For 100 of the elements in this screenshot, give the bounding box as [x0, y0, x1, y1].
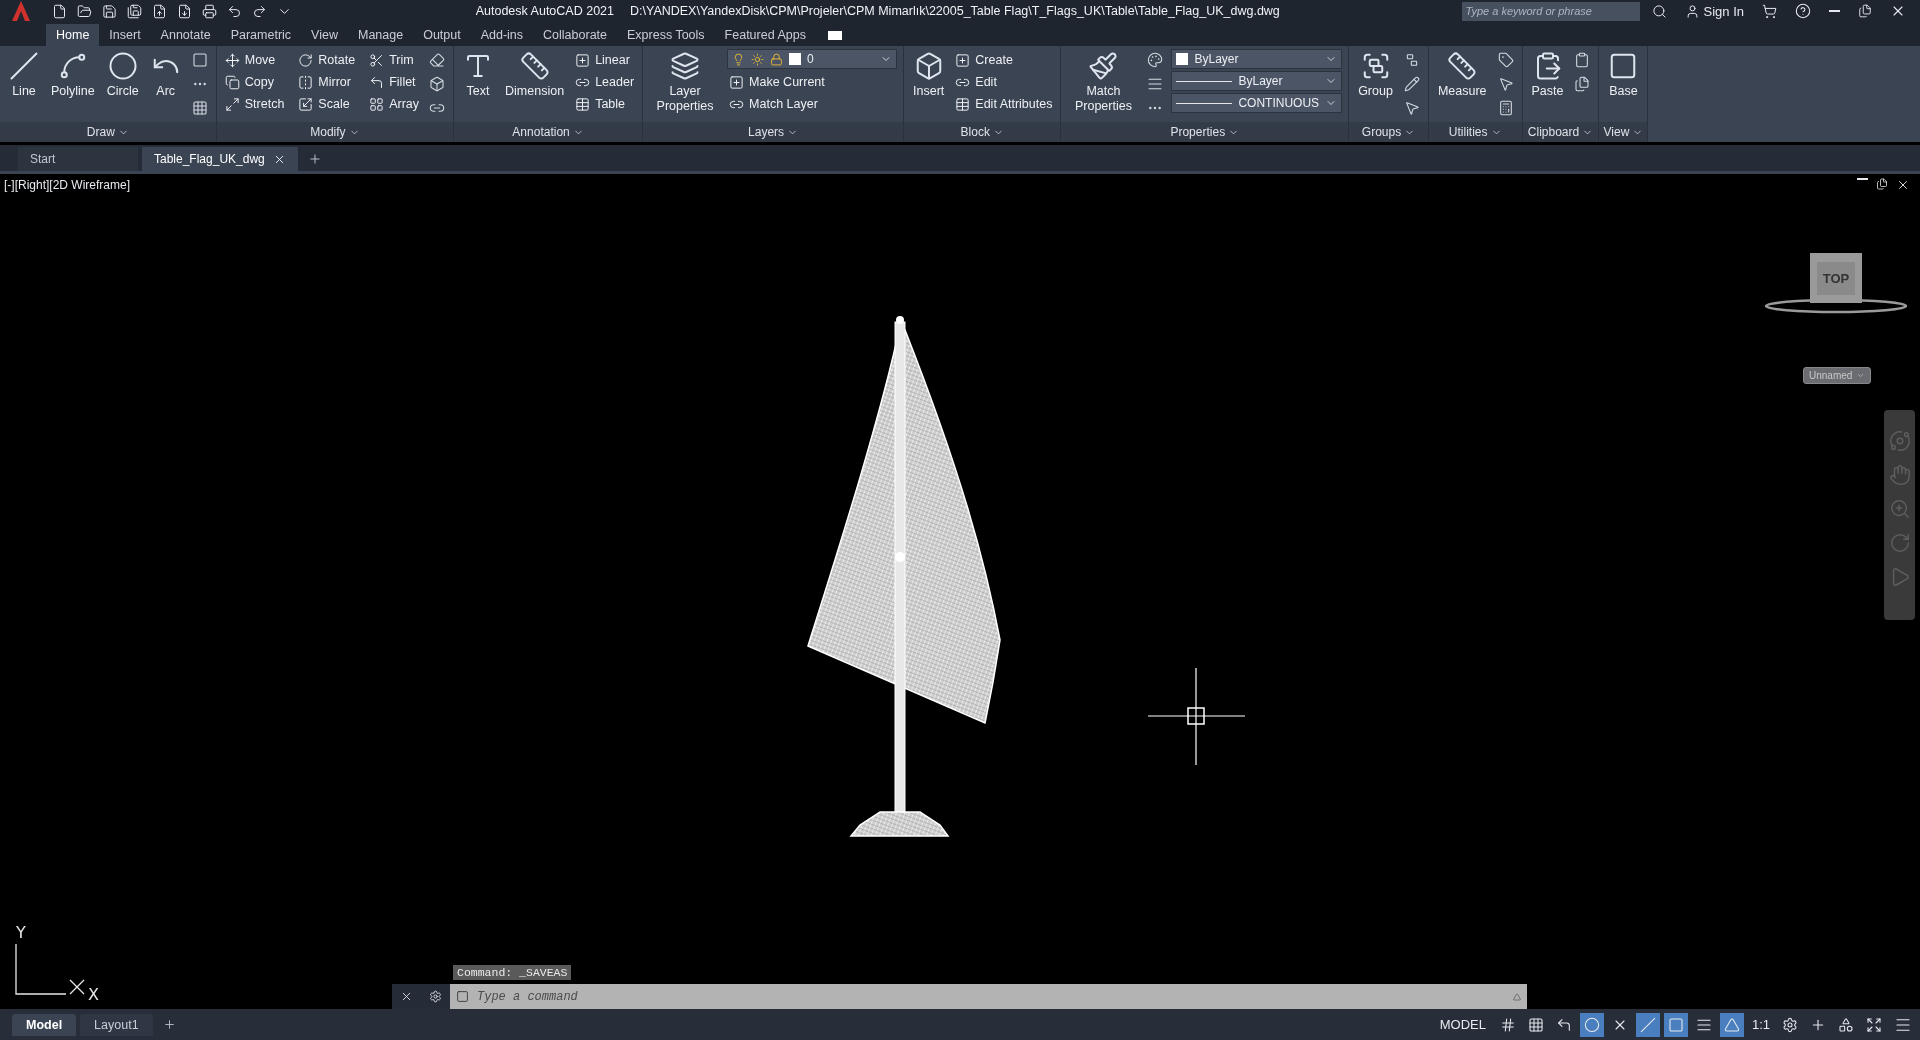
ribbon-tab[interactable]: Express Tools: [617, 24, 715, 46]
caret-icon: [1856, 371, 1866, 380]
panel-title-button[interactable]: Groups: [1349, 122, 1428, 142]
copy-clip-icon: [1574, 76, 1591, 92]
document-tab[interactable]: Start: [18, 147, 138, 171]
ribbon-dropdown[interactable]: CONTINUOUS: [1171, 93, 1343, 113]
ribbon-tool-button[interactable]: Dimension: [502, 49, 568, 101]
line-icon: [9, 51, 39, 81]
annotation-visibility-button[interactable]: [1719, 1012, 1744, 1037]
ribbon-tool-button[interactable]: Match Properties: [1067, 49, 1140, 116]
axis-label: Y: [16, 923, 26, 942]
ribbon-toggle-button[interactable]: [827, 31, 842, 40]
ribbon-tool-button[interactable]: Insert: [910, 49, 948, 101]
restore-button[interactable]: [1874, 178, 1890, 192]
ribbon-tab[interactable]: Insert: [99, 24, 151, 46]
ribbon-tab[interactable]: Output: [413, 24, 471, 46]
copy-icon: [224, 74, 240, 90]
ribbon-tool-button[interactable]: Leader: [573, 71, 637, 93]
ruler-icon: [1447, 51, 1478, 81]
panel-title-button[interactable]: Block: [904, 122, 1061, 142]
ribbon-tool-button[interactable]: Scale: [296, 93, 358, 115]
ribbon-tool-button[interactable]: Arc: [147, 49, 184, 101]
dimension-icon: [519, 51, 550, 81]
match-properties-icon: [1088, 51, 1119, 81]
ribbon-tab[interactable]: Annotate: [150, 24, 221, 46]
panel-title-button[interactable]: Annotation: [454, 122, 643, 142]
ribbon-tool-button[interactable]: Group: [1355, 49, 1396, 101]
ribbon-dropdown[interactable]: ByLayer: [1171, 49, 1343, 69]
panel-title-button[interactable]: Properties: [1061, 122, 1349, 142]
ribbon-tab[interactable]: Collaborate: [533, 24, 617, 46]
ribbon-tool-button[interactable]: Mirror: [296, 71, 358, 93]
circle-icon: [107, 51, 138, 81]
ribbon-tool-button[interactable]: Polyline: [48, 49, 98, 101]
ribbon-tool-button[interactable]: Trim: [367, 49, 422, 71]
panel-title-button[interactable]: Clipboard: [1522, 122, 1599, 142]
lineweight-icon: [1147, 76, 1164, 92]
save-icon: [102, 3, 117, 19]
ribbon-tool-button[interactable]: Circle: [103, 49, 142, 101]
command-history: Command: _SAVEAS: [453, 965, 572, 980]
ribbon-tool-button[interactable]: Array: [367, 93, 422, 115]
ribbon-tool-button[interactable]: Table: [573, 93, 637, 115]
orbit-icon: [1888, 532, 1911, 554]
ribbon-tab[interactable]: Add-ins: [470, 24, 534, 46]
shapes-icon: [1838, 1016, 1854, 1033]
ribbon-tool-button[interactable]: Base: [1605, 49, 1642, 101]
ribbon-tool-button[interactable]: Fillet: [367, 71, 422, 93]
ribbon-tool-button[interactable]: Copy: [222, 71, 287, 93]
polar-button[interactable]: [1579, 1012, 1604, 1037]
table-icon: [575, 96, 591, 112]
object-snap-button[interactable]: [1663, 1012, 1688, 1037]
layout-tab[interactable]: Model: [12, 1013, 77, 1036]
model-space-label[interactable]: MODEL: [1433, 1017, 1492, 1032]
ribbon-tool-button[interactable]: Paste: [1528, 49, 1567, 101]
sign-in-button[interactable]: Sign In: [1678, 3, 1750, 19]
snap-square-icon: [1667, 1016, 1684, 1033]
minimize-icon: [1857, 178, 1868, 180]
zoom-icon: [1888, 498, 1911, 520]
panel-title-button[interactable]: Modify: [216, 122, 454, 142]
print-icon: [202, 3, 217, 19]
ribbon-dropdown[interactable]: ByLayer: [1171, 71, 1343, 91]
ribbon-tool-button[interactable]: Linear: [573, 49, 637, 71]
layout-tab[interactable]: Layout1: [80, 1013, 153, 1036]
user-icon: [1684, 3, 1700, 19]
ribbon-tool-button[interactable]: Create: [953, 49, 1055, 71]
redo-icon: [252, 3, 267, 19]
ribbon-tab[interactable]: Featured Apps: [714, 24, 816, 46]
ribbon-dropdown[interactable]: 0: [727, 49, 898, 69]
panel-title-button[interactable]: Layers: [643, 122, 904, 142]
command-field[interactable]: Type a command: [475, 988, 1507, 1005]
group-edit-icon: [1403, 76, 1420, 92]
crosshair-cursor-icon: [1147, 667, 1246, 766]
search-field[interactable]: Type a keyword or phrase: [1461, 1, 1640, 21]
viewport-label[interactable]: [-][Right][2D Wireframe]: [4, 178, 131, 192]
line-sample-icon: [1176, 102, 1233, 104]
ribbon-tool-button[interactable]: Measure: [1434, 49, 1490, 101]
angle-icon: [1639, 1016, 1656, 1033]
ribbon-tool-button[interactable]: Rotate: [296, 49, 358, 71]
line-sample-icon: [1176, 80, 1233, 82]
ribbon-tool-button[interactable]: Layer Properties: [649, 49, 722, 116]
ribbon-tool-button[interactable]: Line: [6, 49, 42, 101]
ribbon-tab[interactable]: Home: [46, 24, 100, 46]
ribbon-tool-button[interactable]: Match Layer: [727, 93, 898, 115]
panel-title-button[interactable]: Utilities: [1428, 122, 1522, 142]
viewcube[interactable]: TOP: [1810, 253, 1862, 303]
upload-file-icon: [152, 3, 167, 19]
panel-title-button[interactable]: View: [1599, 122, 1648, 142]
ribbon-tool-button[interactable]: Move: [222, 49, 287, 71]
ribbon-tool-button[interactable]: Edit Attributes: [953, 93, 1055, 115]
save-as-icon: [127, 3, 142, 19]
ribbon-tool-button[interactable]: Text: [460, 49, 497, 101]
dynamic-ucs-button[interactable]: [1635, 1012, 1660, 1037]
ribbon-tab[interactable]: Manage: [347, 24, 414, 46]
annotation-scale-button[interactable]: 1:1: [1747, 1012, 1774, 1037]
ribbon-tab[interactable]: View: [301, 24, 348, 46]
ribbon-tool-button[interactable]: Make Current: [727, 71, 898, 93]
ribbon-tab[interactable]: Parametric: [220, 24, 302, 46]
ribbon-tool-button[interactable]: Stretch: [222, 93, 287, 115]
panel-title-button[interactable]: Draw: [0, 122, 216, 142]
document-tab[interactable]: Table_Flag_UK_dwg: [142, 147, 298, 171]
ribbon-tool-button[interactable]: Edit: [953, 71, 1055, 93]
